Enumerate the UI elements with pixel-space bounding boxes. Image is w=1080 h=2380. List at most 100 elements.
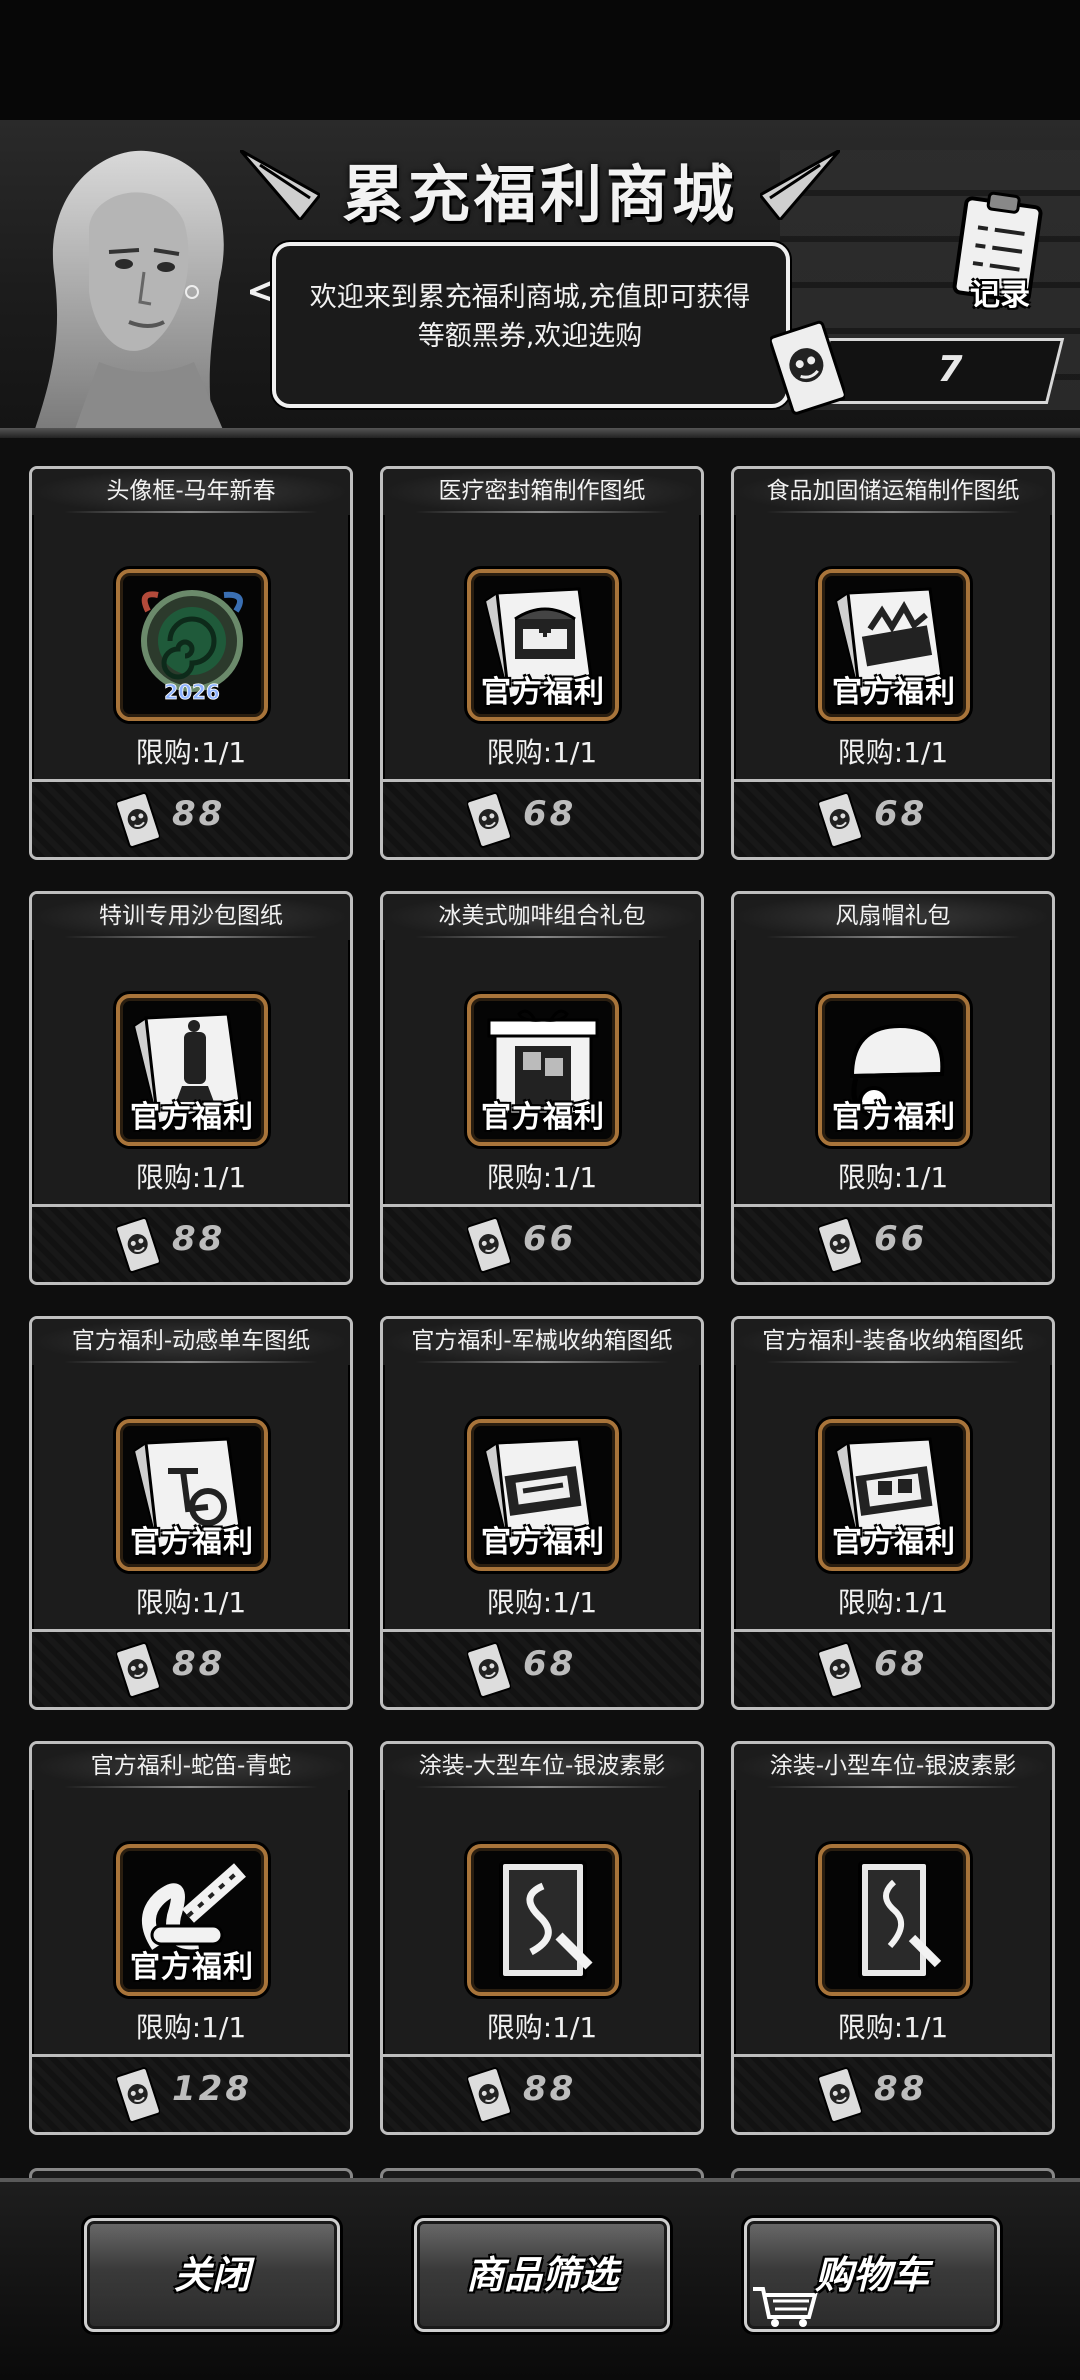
product-card-partial[interactable]	[380, 2168, 704, 2178]
price-bar[interactable]: 68	[383, 1629, 701, 1707]
product-card[interactable]: 涂装-大型车位-银波素影限购:1/1 88	[380, 1741, 704, 2135]
product-grid: 头像框-马年新春 2026 限购:1/1 88 医疗密封箱制作图纸 官方福利 限购:1/1 6…	[0, 438, 1080, 2178]
purchase-limit: 限购:1/1	[135, 1586, 247, 1619]
purchase-limit: 限购:1/1	[135, 736, 247, 769]
price-bar[interactable]: 88	[32, 779, 350, 857]
product-name: 涂装-小型车位-银波素影	[734, 1744, 1052, 1790]
price-bar[interactable]: 68	[383, 779, 701, 857]
product-icon-frame: 2026	[116, 569, 268, 721]
product-card[interactable]: 医疗密封箱制作图纸官方福利限购:1/1 68	[380, 466, 704, 860]
product-icon-frame: 官方福利	[818, 569, 970, 721]
product-price: 88	[172, 1219, 226, 1259]
black-voucher-icon	[467, 792, 511, 848]
product-card[interactable]: 涂装-小型车位-银波素影限购:1/1 88	[731, 1741, 1055, 2135]
black-voucher-icon	[467, 1217, 511, 1273]
paint-large-icon	[499, 1860, 593, 1980]
product-name: 官方福利-装备收纳箱图纸	[734, 1319, 1052, 1365]
price-bar[interactable]: 88	[383, 2054, 701, 2132]
purchase-limit: 限购:1/1	[486, 736, 598, 769]
close-button[interactable]: 关闭	[84, 2218, 340, 2332]
product-card[interactable]: 官方福利-动感单车图纸官方福利限购:1/1 88	[29, 1316, 353, 1710]
product-icon-frame: 官方福利	[116, 1419, 268, 1571]
title-wing-right-icon	[760, 150, 840, 220]
black-voucher-icon	[116, 792, 160, 848]
price-bar[interactable]: 88	[32, 1204, 350, 1282]
product-price: 128	[172, 2069, 252, 2109]
price-bar[interactable]: 66	[383, 1204, 701, 1282]
product-card[interactable]: 冰美式咖啡组合礼包官方福利限购:1/1 66	[380, 891, 704, 1285]
product-price: 88	[172, 1644, 226, 1684]
balance-value: 7	[937, 349, 963, 390]
product-price: 68	[874, 794, 928, 834]
official-welfare-badge: 官方福利	[832, 1525, 956, 1560]
npc-portrait	[34, 150, 224, 430]
product-icon-frame: 官方福利	[116, 1844, 268, 1996]
product-price: 66	[523, 1219, 577, 1259]
black-voucher-icon	[818, 792, 862, 848]
product-icon-frame: 官方福利	[467, 569, 619, 721]
title-container: 累充福利商城	[240, 134, 840, 244]
purchase-limit: 限购:1/1	[486, 1586, 598, 1619]
header-divider	[0, 428, 1080, 438]
purchase-limit: 限购:1/1	[135, 2011, 247, 2044]
purchase-limit: 限购:1/1	[837, 2011, 949, 2044]
purchase-limit: 限购:1/1	[486, 1161, 598, 1194]
official-welfare-badge: 官方福利	[130, 1100, 254, 1135]
product-name: 官方福利-动感单车图纸	[32, 1319, 350, 1365]
product-card[interactable]: 食品加固储运箱制作图纸 官方福利 限购:1/1 68	[731, 466, 1055, 860]
black-voucher-icon	[467, 2067, 511, 2123]
product-icon-frame: 官方福利	[818, 1419, 970, 1571]
official-welfare-badge: 官方福利	[832, 1100, 956, 1135]
purchase-limit: 限购:1/1	[837, 1161, 949, 1194]
shop-header: 累充福利商城 欢迎来到累充福利商城,充值即可获得等额黑券,欢迎选购 记录 7	[0, 120, 1080, 430]
top-blank-area	[0, 0, 1080, 120]
official-welfare-badge: 官方福利	[130, 1525, 254, 1560]
avatar-frame-2026-icon: 2026	[141, 590, 243, 704]
product-card[interactable]: 官方福利-军械收纳箱图纸 官方福利 限购:1/1 68	[380, 1316, 704, 1710]
bottom-bar: 关闭 商品筛选 购物车	[0, 2178, 1080, 2380]
product-card[interactable]: 头像框-马年新春 2026 限购:1/1 88	[29, 466, 353, 860]
official-welfare-badge: 官方福利	[481, 1525, 605, 1560]
black-voucher-icon	[467, 1642, 511, 1698]
black-voucher-icon	[116, 2067, 160, 2123]
product-price: 88	[523, 2069, 577, 2109]
purchase-limit: 限购:1/1	[486, 2011, 598, 2044]
filter-button-label: 商品筛选	[465, 2253, 618, 2297]
product-icon-frame: 官方福利	[818, 994, 970, 1146]
product-card-partial[interactable]	[29, 2168, 353, 2178]
official-welfare-badge: 官方福利	[481, 1100, 605, 1135]
product-name: 涂装-大型车位-银波素影	[383, 1744, 701, 1790]
product-card[interactable]: 特训专用沙包图纸 官方福利 限购:1/1 88	[29, 891, 353, 1285]
cart-button-label: 购物车	[814, 2253, 929, 2297]
price-bar[interactable]: 128	[32, 2054, 350, 2132]
official-welfare-badge: 官方福利	[832, 675, 956, 710]
price-bar[interactable]: 88	[734, 2054, 1052, 2132]
product-card[interactable]: 官方福利-装备收纳箱图纸 官方福利 限购:1/1 68	[731, 1316, 1055, 1710]
product-name: 医疗密封箱制作图纸	[383, 469, 701, 515]
product-price: 68	[523, 794, 577, 834]
product-price: 88	[172, 794, 226, 834]
cart-button[interactable]: 购物车	[744, 2218, 1000, 2332]
product-card[interactable]: 官方福利-蛇笛-青蛇 官方福利 限购:1/1 128	[29, 1741, 353, 2135]
product-card-partial[interactable]	[731, 2168, 1055, 2178]
product-name: 风扇帽礼包	[734, 894, 1052, 940]
price-bar[interactable]: 68	[734, 1629, 1052, 1707]
black-voucher-icon	[116, 1642, 160, 1698]
price-bar[interactable]: 68	[734, 779, 1052, 857]
product-icon-frame	[818, 1844, 970, 1996]
product-price: 68	[523, 1644, 577, 1684]
record-button[interactable]: 记录	[950, 270, 1050, 314]
product-name: 食品加固储运箱制作图纸	[734, 469, 1052, 515]
product-price: 68	[874, 1644, 928, 1684]
black-voucher-icon	[818, 1217, 862, 1273]
price-bar[interactable]: 88	[32, 1629, 350, 1707]
price-bar[interactable]: 66	[734, 1204, 1052, 1282]
filter-button[interactable]: 商品筛选	[414, 2218, 670, 2332]
black-voucher-icon	[770, 320, 845, 415]
product-icon-frame: 官方福利	[116, 994, 268, 1146]
product-icon-frame: 官方福利	[467, 1419, 619, 1571]
product-icon-frame	[467, 1844, 619, 1996]
product-card[interactable]: 风扇帽礼包官方福利限购:1/1 66	[731, 891, 1055, 1285]
product-name: 冰美式咖啡组合礼包	[383, 894, 701, 940]
black-voucher-icon	[818, 1642, 862, 1698]
